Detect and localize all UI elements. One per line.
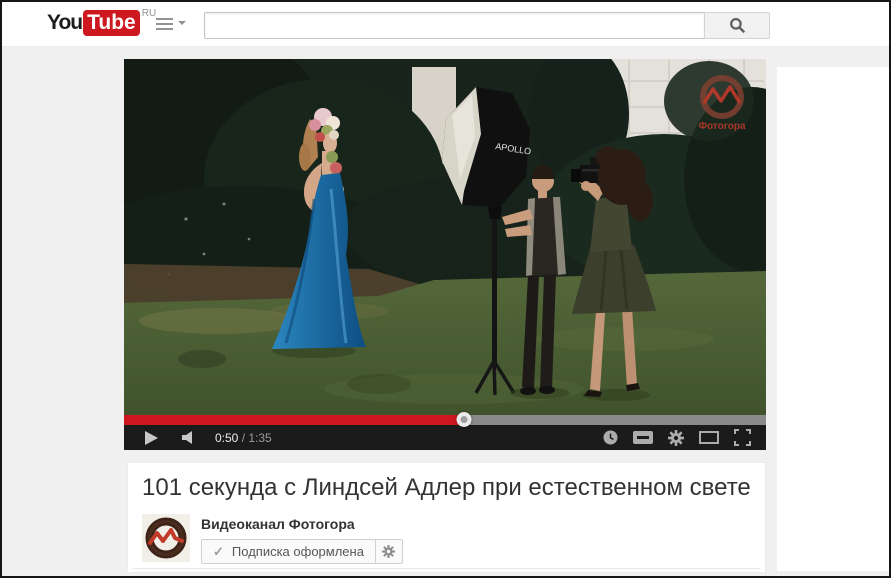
settings-button[interactable] — [668, 429, 684, 446]
watch-later-button[interactable] — [603, 430, 618, 445]
channel-name-link[interactable]: Видеоканал Фотогора — [201, 516, 403, 532]
time-display: 0:50 / 1:35 — [215, 431, 272, 445]
youtube-logo[interactable]: You Tube RU — [47, 8, 157, 36]
video-scene-background — [124, 59, 766, 415]
settings-gear-icon — [668, 429, 684, 446]
search-form — [204, 12, 770, 39]
related-sidebar-panel — [777, 67, 889, 571]
time-separator: / — [238, 430, 249, 445]
video-frame[interactable]: APOLLO Фотогора — [124, 59, 766, 415]
search-button[interactable] — [704, 12, 770, 39]
card-separator — [133, 568, 760, 569]
channel-row: Видеоканал Фотогора ✓ Подписка оформлена — [142, 514, 765, 564]
theater-mode-button[interactable] — [699, 431, 719, 444]
logo-you-text: You — [47, 11, 83, 34]
subscription-settings-button[interactable] — [374, 539, 403, 564]
progress-bar[interactable] — [124, 412, 766, 427]
captions-icon — [633, 431, 653, 444]
play-icon — [145, 430, 158, 445]
search-input[interactable] — [204, 12, 705, 39]
current-time: 0:50 — [215, 430, 239, 445]
progress-scrubber[interactable] — [456, 412, 472, 427]
progress-played — [124, 415, 465, 425]
subscribed-button[interactable]: ✓ Подписка оформлена — [201, 539, 376, 564]
watermark-label: Фотогора — [698, 121, 746, 132]
duration: 1:35 — [248, 430, 272, 445]
volume-icon — [182, 431, 192, 444]
guide-menu-button[interactable] — [156, 18, 186, 33]
site-header: You Tube RU — [0, 0, 891, 47]
subscribed-label: Подписка оформлена — [231, 544, 364, 559]
fullscreen-button[interactable] — [734, 429, 751, 446]
volume-button[interactable] — [182, 431, 196, 444]
logo-tube-text: Tube — [83, 10, 140, 36]
video-player: APOLLO Фотогора 0:50 / 1:35 — [124, 59, 766, 450]
player-controls: 0:50 / 1:35 — [124, 425, 766, 450]
watch-later-icon — [603, 430, 618, 445]
search-icon — [729, 18, 745, 34]
chevron-down-icon — [178, 21, 186, 25]
hamburger-icon — [156, 18, 173, 33]
theater-mode-icon — [699, 431, 719, 444]
subscribe-check-icon: ✓ — [213, 543, 224, 559]
channel-avatar[interactable] — [142, 514, 190, 562]
logo-region-label: RU — [141, 8, 157, 19]
video-title: 101 секунда с Линдсей Адлер при естестве… — [142, 474, 751, 501]
fullscreen-icon — [734, 429, 751, 446]
video-info-card: 101 секунда с Линдсей Адлер при естестве… — [127, 462, 766, 573]
play-button[interactable] — [145, 430, 158, 445]
subscription-gear-icon — [382, 545, 396, 558]
captions-button[interactable] — [633, 431, 653, 444]
youtube-watch-page: You Tube RU APOLLO Фотогора 0:50 / 1:35 … — [0, 0, 891, 578]
